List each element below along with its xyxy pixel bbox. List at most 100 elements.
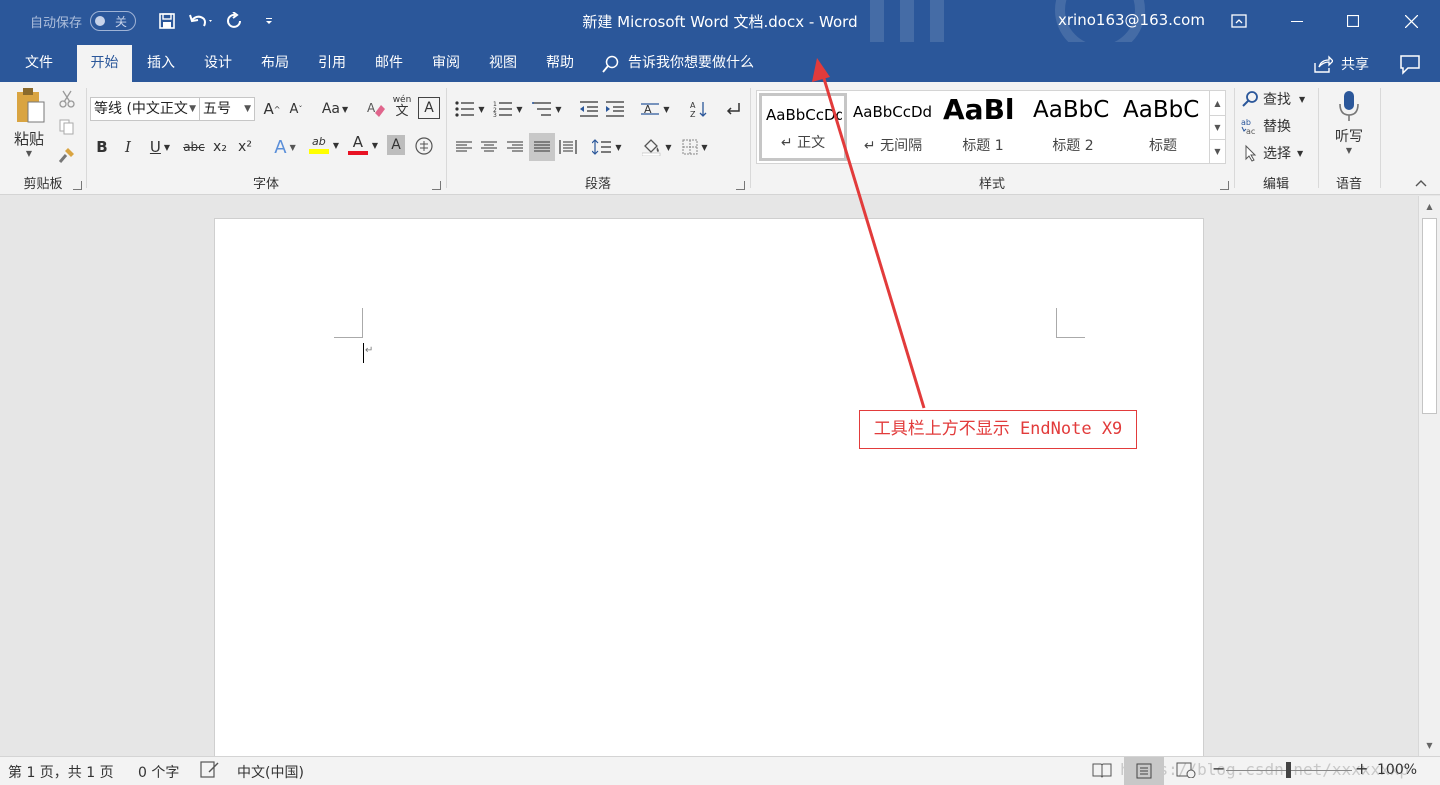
style-item-title[interactable]: AaBbC 标题 bbox=[1119, 93, 1207, 161]
gallery-scroll-up[interactable]: ▲ bbox=[1209, 91, 1225, 115]
find-button[interactable]: 查找 ▼ bbox=[1241, 87, 1315, 111]
highlight-button[interactable]: ab ▼ bbox=[306, 132, 342, 158]
clipboard-dialog-launcher[interactable] bbox=[73, 181, 82, 190]
justify-button[interactable] bbox=[529, 133, 555, 161]
zoom-slider-thumb[interactable] bbox=[1286, 762, 1291, 778]
vertical-scrollbar[interactable]: ▲ ▼ bbox=[1418, 196, 1440, 756]
gallery-more[interactable]: ▼ bbox=[1209, 139, 1225, 163]
tab-layout[interactable]: 布局 bbox=[254, 45, 296, 82]
font-dialog-launcher[interactable] bbox=[432, 181, 441, 190]
document-page[interactable]: ↵ bbox=[214, 218, 1204, 758]
scroll-up-button[interactable]: ▲ bbox=[1422, 198, 1437, 214]
styles-dialog-launcher[interactable] bbox=[1220, 181, 1229, 190]
copy-button[interactable] bbox=[56, 116, 78, 138]
language[interactable]: 中文(中国) bbox=[237, 762, 304, 782]
scroll-down-button[interactable]: ▼ bbox=[1422, 737, 1437, 753]
font-color-button[interactable]: A ▼ bbox=[345, 132, 381, 158]
comments-icon[interactable] bbox=[1398, 52, 1422, 76]
proofing-status[interactable] bbox=[200, 761, 220, 783]
chevron-down-icon: ▼ bbox=[1426, 740, 1433, 750]
character-shading-button[interactable]: A bbox=[387, 135, 405, 155]
paragraph-dialog-launcher[interactable] bbox=[736, 181, 745, 190]
tell-me-search[interactable]: 告诉我你想要做什么 bbox=[602, 45, 754, 82]
gallery-scroll-down[interactable]: ▼ bbox=[1209, 115, 1225, 139]
zoom-out-button[interactable]: − bbox=[1212, 759, 1225, 778]
style-preview: AaBbC bbox=[1123, 97, 1200, 123]
tab-view[interactable]: 视图 bbox=[482, 45, 524, 82]
tab-insert[interactable]: 插入 bbox=[140, 45, 182, 82]
align-left-button[interactable] bbox=[453, 135, 475, 159]
superscript-button[interactable]: x² bbox=[234, 135, 256, 159]
tab-references[interactable]: 引用 bbox=[311, 45, 353, 82]
zoom-in-button[interactable]: + bbox=[1355, 759, 1368, 778]
save-button[interactable] bbox=[150, 0, 184, 42]
replace-button[interactable]: ab ac 替换 bbox=[1241, 114, 1315, 138]
font-size-combo[interactable]: 五号 ▼ bbox=[199, 97, 255, 121]
decrease-indent-button[interactable] bbox=[577, 97, 601, 121]
numbering-button[interactable]: 123 ▼ bbox=[490, 97, 526, 121]
line-spacing-button[interactable]: ▼ bbox=[589, 135, 625, 159]
share-button[interactable]: 共享 bbox=[1313, 45, 1369, 82]
tab-review[interactable]: 审阅 bbox=[425, 45, 467, 82]
enclosed-characters-button[interactable] bbox=[413, 135, 435, 157]
svg-text:Z: Z bbox=[690, 110, 696, 118]
distributed-button[interactable] bbox=[557, 135, 579, 159]
word-count[interactable]: 0 个字 bbox=[138, 762, 179, 782]
chinese-layout-button[interactable]: A ▼ bbox=[637, 97, 673, 121]
title-bar: 自动保存 关 新建 Microsoft Word 文档.docx - Word … bbox=[0, 0, 1440, 42]
minimize-button[interactable] bbox=[1268, 0, 1326, 42]
read-mode-button[interactable] bbox=[1092, 762, 1112, 782]
tab-help[interactable]: 帮助 bbox=[539, 45, 581, 82]
align-right-button[interactable] bbox=[504, 135, 526, 159]
dictate-button[interactable]: 听写 ▼ bbox=[1327, 90, 1371, 168]
user-account[interactable]: xrino163@163.com bbox=[1058, 11, 1205, 29]
underline-button[interactable]: U ▼ bbox=[143, 135, 177, 159]
tab-design[interactable]: 设计 bbox=[197, 45, 239, 82]
italic-button[interactable]: I bbox=[117, 135, 139, 159]
select-button[interactable]: 选择 ▼ bbox=[1241, 141, 1315, 165]
style-item-heading-2[interactable]: AaBbC 标题 2 bbox=[1029, 93, 1117, 161]
bullets-button[interactable]: ▼ bbox=[452, 97, 488, 121]
zoom-level[interactable]: 100% bbox=[1377, 762, 1417, 778]
undo-button[interactable] bbox=[184, 0, 218, 42]
tab-mailings[interactable]: 邮件 bbox=[368, 45, 410, 82]
redo-button[interactable] bbox=[218, 0, 252, 42]
tab-home[interactable]: 开始 bbox=[77, 45, 132, 82]
change-case-button[interactable]: Aa ▼ bbox=[317, 97, 353, 121]
close-button[interactable] bbox=[1382, 0, 1440, 42]
style-item-no-spacing[interactable]: AaBbCcDd ↵ 无间隔 bbox=[849, 93, 937, 161]
clear-formatting-button[interactable]: A bbox=[365, 97, 387, 121]
phonetic-guide-button[interactable]: wén 文 bbox=[390, 92, 414, 122]
grow-font-button[interactable]: A ^ bbox=[261, 97, 283, 121]
subscript-button[interactable]: x₂ bbox=[209, 135, 231, 159]
cut-button[interactable] bbox=[56, 88, 78, 110]
style-item-heading-1[interactable]: AaBl 标题 1 bbox=[939, 93, 1027, 161]
shrink-font-button[interactable]: Aˇ bbox=[285, 97, 307, 121]
ribbon-display-options-button[interactable] bbox=[1210, 0, 1268, 42]
format-painter-button[interactable] bbox=[56, 144, 78, 166]
increase-indent-button[interactable] bbox=[603, 97, 627, 121]
customize-qat-button[interactable] bbox=[252, 0, 286, 42]
shading-button[interactable]: ▼ bbox=[639, 135, 675, 159]
style-item-normal[interactable]: AaBbCcDd ↵ 正文 bbox=[759, 93, 847, 161]
scrollbar-thumb[interactable] bbox=[1422, 218, 1437, 414]
text-effects-button[interactable]: A ▼ bbox=[269, 135, 301, 159]
print-layout-button[interactable] bbox=[1124, 757, 1164, 785]
font-name-combo[interactable]: 等线 (中文正文 ▼ bbox=[90, 97, 200, 121]
collapse-ribbon-button[interactable] bbox=[1410, 174, 1432, 192]
borders-button[interactable]: ▼ bbox=[677, 135, 713, 159]
bold-button[interactable]: B bbox=[91, 135, 113, 159]
character-border-button[interactable]: A bbox=[418, 97, 440, 119]
autosave[interactable]: 自动保存 关 bbox=[30, 11, 137, 31]
tab-file[interactable]: 文件 bbox=[18, 45, 60, 82]
paste-button[interactable]: 粘贴 ▼ bbox=[8, 86, 50, 168]
sort-button[interactable]: AZ bbox=[687, 97, 711, 121]
align-center-button[interactable] bbox=[478, 135, 500, 159]
maximize-button[interactable] bbox=[1324, 0, 1382, 42]
autosave-toggle[interactable]: 关 bbox=[90, 11, 137, 31]
web-layout-button[interactable] bbox=[1176, 762, 1196, 782]
show-hide-marks-button[interactable] bbox=[721, 97, 745, 121]
strikethrough-button[interactable]: abc bbox=[181, 135, 207, 159]
multilevel-list-button[interactable]: ▼ bbox=[529, 97, 565, 121]
page-count[interactable]: 第 1 页，共 1 页 bbox=[8, 762, 114, 782]
